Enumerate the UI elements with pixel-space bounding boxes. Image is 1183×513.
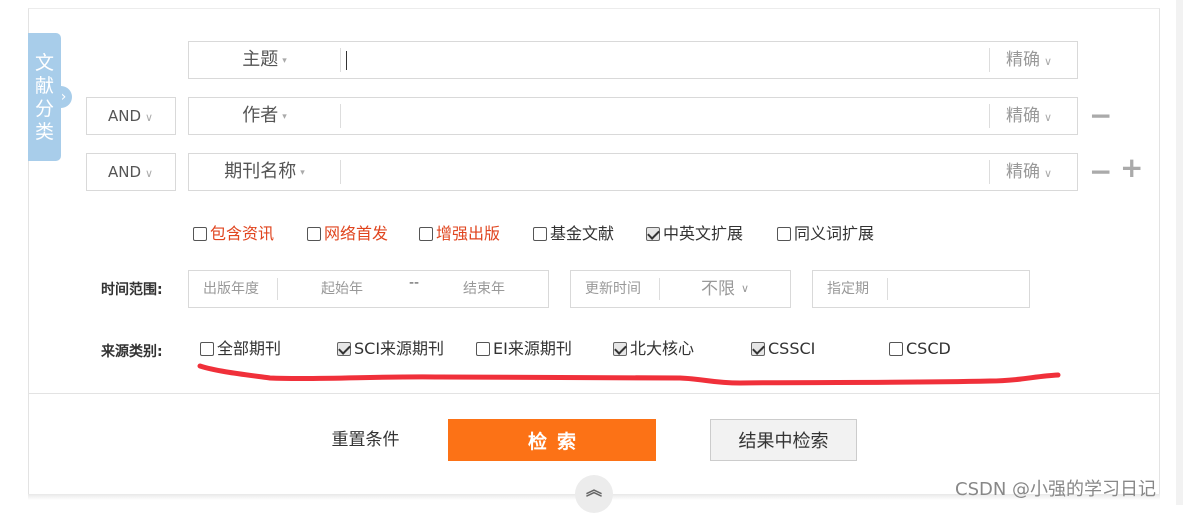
- update-time-value: 不限: [701, 279, 735, 299]
- divider: [659, 278, 660, 300]
- search-input-subject[interactable]: [340, 48, 990, 72]
- time-range-label: 时间范围:: [101, 282, 163, 298]
- checkbox[interactable]: [193, 227, 207, 241]
- side-tab-char: 文: [34, 52, 54, 74]
- side-tab-char: 类: [34, 121, 54, 143]
- remove-row-button[interactable]: −: [1089, 102, 1112, 130]
- logic-label: AND: [108, 163, 142, 181]
- search-in-results-button[interactable]: 结果中检索: [710, 419, 857, 461]
- source-label: SCI来源期刊: [354, 339, 445, 358]
- publish-year-label: 出版年度: [203, 281, 259, 297]
- search-input-author[interactable]: [340, 104, 990, 128]
- precision-select[interactable]: 精确 ∨: [989, 104, 1077, 128]
- field-select-author[interactable]: 作者 ▾: [189, 98, 340, 134]
- checkbox[interactable]: [307, 227, 321, 241]
- option-include-news[interactable]: 包含资讯: [193, 224, 274, 244]
- text-caret: [346, 51, 347, 70]
- checkbox-checked[interactable]: [613, 342, 627, 356]
- source-label: 全部期刊: [217, 339, 282, 358]
- add-row-button[interactable]: +: [1120, 154, 1143, 182]
- checkbox-checked[interactable]: [337, 342, 351, 356]
- precision-label: 精确: [1006, 162, 1040, 182]
- checkbox[interactable]: [533, 227, 547, 241]
- source-label: CSSCI: [768, 339, 816, 358]
- source-cssci[interactable]: CSSCI: [751, 339, 815, 359]
- specified-issue-label: 指定期: [827, 281, 869, 297]
- divider: [277, 278, 278, 300]
- source-cscd[interactable]: CSCD: [889, 339, 951, 359]
- chevron-down-icon: ∨: [1044, 167, 1053, 180]
- side-tab-char: 分: [34, 98, 54, 120]
- checkbox-checked[interactable]: [751, 342, 765, 356]
- divider: [28, 393, 1160, 394]
- checkbox[interactable]: [889, 342, 903, 356]
- search-button[interactable]: 检索: [448, 419, 656, 461]
- update-time-select[interactable]: 更新时间 不限 ∨: [570, 270, 791, 308]
- source-all-journals[interactable]: 全部期刊: [200, 339, 281, 359]
- chevron-down-icon: ∨: [1044, 55, 1053, 68]
- checkbox[interactable]: [476, 342, 490, 356]
- divider: [887, 278, 888, 300]
- reset-conditions-button[interactable]: 重置条件: [318, 425, 413, 455]
- precision-select[interactable]: 精确 ∨: [989, 160, 1077, 184]
- search-row-3: 期刊名称 ▾ 精确 ∨: [188, 153, 1078, 191]
- update-time-label: 更新时间: [585, 281, 641, 297]
- checkbox-checked[interactable]: [646, 227, 660, 241]
- option-label: 网络首发: [324, 224, 389, 243]
- source-category-label: 来源类别:: [101, 344, 163, 360]
- field-select-journal[interactable]: 期刊名称 ▾: [189, 154, 340, 190]
- caret-down-icon: ▾: [282, 56, 287, 66]
- source-label: 北大核心: [630, 339, 695, 358]
- caret-down-icon: ▾: [300, 168, 305, 178]
- source-label: EI来源期刊: [493, 339, 572, 358]
- specified-issue[interactable]: 指定期: [812, 270, 1030, 308]
- end-year-input[interactable]: 结束年: [463, 271, 505, 307]
- remove-row-button[interactable]: −: [1089, 158, 1112, 186]
- option-label: 中英文扩展: [663, 224, 744, 243]
- option-label: 增强出版: [436, 224, 501, 243]
- publish-year-range: 出版年度 起始年 -- 结束年: [188, 270, 549, 308]
- chevron-down-icon: ∨: [145, 111, 154, 124]
- chevron-down-icon: ∨: [1044, 111, 1053, 124]
- option-online-first[interactable]: 网络首发: [307, 224, 388, 244]
- option-label: 基金文献: [550, 224, 615, 243]
- option-cn-en-expand[interactable]: 中英文扩展: [646, 224, 743, 244]
- search-row-2: 作者 ▾ 精确 ∨: [188, 97, 1078, 135]
- range-dash: --: [409, 275, 420, 291]
- option-synonym-expand[interactable]: 同义词扩展: [777, 224, 874, 244]
- precision-label: 精确: [1006, 106, 1040, 126]
- watermark: CSDN @小强的学习日记: [955, 479, 1157, 500]
- logic-select-row-2[interactable]: AND ∨: [86, 97, 176, 135]
- option-label: 同义词扩展: [794, 224, 875, 243]
- source-sci[interactable]: SCI来源期刊: [337, 339, 444, 359]
- logic-select-row-3[interactable]: AND ∨: [86, 153, 176, 191]
- search-input-journal[interactable]: [340, 160, 990, 184]
- logic-label: AND: [108, 107, 142, 125]
- option-fund-literature[interactable]: 基金文献: [533, 224, 614, 244]
- double-chevron-up-icon[interactable]: ︽: [575, 475, 613, 513]
- source-pku-core[interactable]: 北大核心: [613, 339, 694, 359]
- field-select-label: 作者: [242, 105, 279, 126]
- start-year-input[interactable]: 起始年: [321, 271, 363, 307]
- option-enhanced-publish[interactable]: 增强出版: [419, 224, 500, 244]
- precision-label: 精确: [1006, 50, 1040, 70]
- chevron-down-icon: ∨: [741, 282, 750, 295]
- right-edge: [1176, 0, 1183, 505]
- field-select-label: 期刊名称: [224, 161, 297, 182]
- precision-select[interactable]: 精确 ∨: [989, 48, 1077, 72]
- checkbox[interactable]: [777, 227, 791, 241]
- field-select-label: 主题: [242, 49, 279, 70]
- chevron-down-icon: ∨: [145, 167, 154, 180]
- checkbox[interactable]: [419, 227, 433, 241]
- caret-down-icon: ▾: [282, 112, 287, 122]
- side-tab-char: 献: [34, 75, 54, 97]
- source-label: CSCD: [906, 339, 951, 358]
- option-label: 包含资讯: [210, 224, 275, 243]
- field-select-subject[interactable]: 主题 ▾: [189, 42, 340, 78]
- source-ei[interactable]: EI来源期刊: [476, 339, 572, 359]
- checkbox[interactable]: [200, 342, 214, 356]
- search-row-1: 主题 ▾ 精确 ∨: [188, 41, 1078, 79]
